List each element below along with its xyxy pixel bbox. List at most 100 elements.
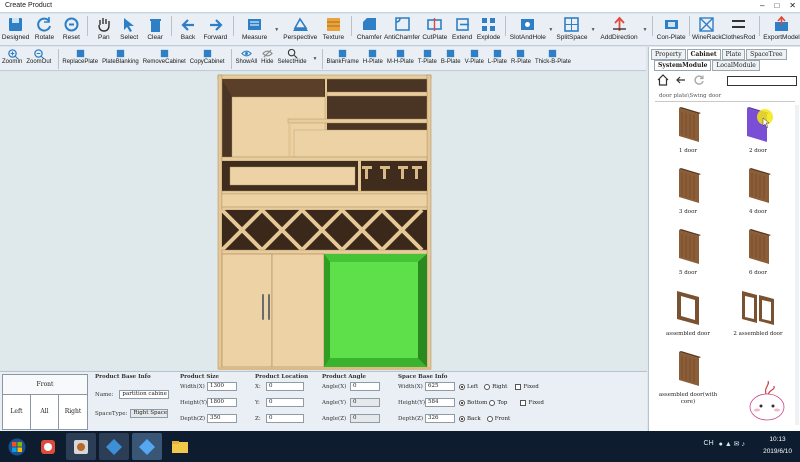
toolbar-r-plate-button[interactable]: R-Plate: [511, 47, 531, 69]
toolbar-select-button[interactable]: Select: [117, 14, 142, 44]
toolbar-back-button[interactable]: Back: [175, 14, 200, 44]
clock[interactable]: 10:13 2019/6/10: [763, 434, 792, 458]
toolbar-v-plate-button[interactable]: V-Plate: [465, 47, 484, 69]
toolbar-h-plate-button[interactable]: H-Plate: [363, 47, 383, 69]
fixed-checkbox-2[interactable]: Fixed: [520, 399, 544, 406]
back-arrow-icon[interactable]: [675, 74, 687, 88]
toolbar-clear-button[interactable]: Clear: [142, 14, 168, 44]
taskbar-app-icon[interactable]: [66, 433, 96, 460]
top-radio[interactable]: Top: [489, 399, 507, 406]
toolbar-thick-b-plate-button[interactable]: Thick-B-Plate: [535, 47, 571, 69]
dropdown-arrow-icon[interactable]: ▼: [548, 27, 553, 33]
toolbar-exportmodel-button[interactable]: ExportModel: [763, 14, 800, 44]
height-field[interactable]: 1800: [207, 398, 237, 407]
toolbar-forward-button[interactable]: Forward: [201, 14, 230, 44]
dropdown-arrow-icon[interactable]: ▼: [643, 27, 648, 33]
home-icon[interactable]: [657, 74, 669, 88]
subtab-systemmodule[interactable]: SystemModule: [654, 60, 712, 71]
front-radio[interactable]: Front: [486, 415, 510, 422]
module-item[interactable]: 5 door: [653, 226, 723, 277]
x-field[interactable]: 0: [266, 382, 304, 391]
view-all-button[interactable]: All: [31, 395, 59, 429]
space-height-field[interactable]: 584: [425, 398, 455, 407]
module-item[interactable]: 3 door: [653, 165, 723, 216]
cabinet-model[interactable]: [0, 72, 647, 370]
toolbar-cutplate-button[interactable]: CutPlate: [420, 14, 449, 44]
depth-field[interactable]: 350: [207, 414, 237, 423]
toolbar-l-plate-button[interactable]: L-Plate: [488, 47, 507, 69]
scrollbar[interactable]: [795, 105, 799, 425]
toolbar-perspective-button[interactable]: Perspective: [281, 14, 319, 44]
toolbar-replaceplate-button[interactable]: ReplacePlate: [62, 47, 98, 69]
module-item[interactable]: assembled door: [653, 287, 723, 338]
toolbar-slotandhole-button[interactable]: SlotAndHole: [509, 14, 546, 44]
toolbar-removecabinet-button[interactable]: RemoveCabinet: [143, 47, 186, 69]
view-left-button[interactable]: Left: [3, 395, 31, 429]
name-field[interactable]: partition cabine: [119, 390, 170, 399]
toolbar-reset-button[interactable]: Reset: [59, 14, 84, 44]
back-radio[interactable]: Back: [459, 415, 481, 422]
toolbar-b-plate-button[interactable]: B-Plate: [441, 47, 461, 69]
search-input[interactable]: [727, 76, 797, 86]
toolbar-t-plate-button[interactable]: T-Plate: [418, 47, 437, 69]
toolbar-winerack-button[interactable]: WineRack: [692, 14, 722, 44]
subtab-localmodule[interactable]: LocalModule: [712, 60, 760, 71]
toolbar-blankframe-button[interactable]: BlankFrame: [326, 47, 359, 69]
module-item[interactable]: assembled door(with core): [653, 348, 723, 406]
toolbar-zoomin-button[interactable]: ZoomIn: [2, 47, 22, 69]
tray-icons[interactable]: ● ▲ ✉ ♪: [719, 440, 745, 448]
dropdown-arrow-icon[interactable]: ▼: [591, 27, 596, 33]
folder-icon[interactable]: [165, 433, 195, 460]
space-type-field[interactable]: Right Space: [130, 409, 169, 418]
tab-property[interactable]: Property: [651, 49, 686, 60]
right-radio[interactable]: Right: [484, 383, 507, 390]
toolbar-explode-button[interactable]: Explode: [475, 14, 502, 44]
module-item[interactable]: 2 assembled door: [723, 287, 793, 338]
refresh-icon[interactable]: [693, 74, 705, 88]
3d-viewport[interactable]: [0, 72, 647, 370]
taskbar-app-icon[interactable]: [33, 433, 63, 460]
toolbar-m-h-plate-button[interactable]: M-H-Plate: [387, 47, 414, 69]
module-item[interactable]: 2 door: [723, 104, 793, 155]
angle-x-field[interactable]: 0: [350, 382, 380, 391]
dropdown-arrow-icon[interactable]: ▼: [313, 56, 318, 62]
tab-cabinet[interactable]: Cabinet: [686, 49, 721, 60]
toolbar-copycabinet-button[interactable]: CopyCabinet: [190, 47, 224, 69]
width-field[interactable]: 1300: [207, 382, 237, 391]
y-field[interactable]: 0: [266, 398, 304, 407]
toolbar-zoomout-button[interactable]: ZoomOut: [26, 47, 51, 69]
toolbar-pan-button[interactable]: Pan: [91, 14, 116, 44]
toolbar-showall-button[interactable]: ShowAll: [235, 47, 257, 69]
maximize-icon[interactable]: □: [774, 1, 779, 10]
toolbar-con-plate-button[interactable]: Con-Plate: [656, 14, 686, 44]
taskbar-app-icon[interactable]: [132, 433, 162, 460]
view-right-button[interactable]: Right: [59, 395, 87, 429]
toolbar-adddirection-button[interactable]: AddDirection: [598, 14, 641, 44]
toolbar-plateblanking-button[interactable]: PlateBlanking: [102, 47, 139, 69]
toolbar-selecthide-button[interactable]: SelectHide: [278, 47, 307, 69]
fixed-checkbox-1[interactable]: Fixed: [515, 383, 539, 390]
dropdown-arrow-icon[interactable]: ▼: [274, 27, 279, 33]
view-front-button[interactable]: Front: [3, 375, 87, 395]
tab-spacetree[interactable]: SpaceTree: [746, 49, 787, 60]
space-depth-field[interactable]: 326: [425, 414, 455, 423]
tab-plate[interactable]: Plate: [721, 49, 746, 60]
module-item[interactable]: 1 door: [653, 104, 723, 155]
z-field[interactable]: 0: [266, 414, 304, 423]
toolbar-extend-button[interactable]: Extend: [449, 14, 474, 44]
toolbar-hide-button[interactable]: Hide: [261, 47, 274, 69]
start-button[interactable]: [2, 433, 32, 460]
toolbar-chamfer-button[interactable]: Chamfer: [355, 14, 384, 44]
toolbar-clothesrod-button[interactable]: ClothesRod: [721, 14, 756, 44]
toolbar-texture-button[interactable]: Texture: [319, 14, 347, 44]
space-width-field[interactable]: 625: [425, 382, 455, 391]
angle-z-field[interactable]: 0: [350, 414, 380, 423]
minimize-icon[interactable]: –: [760, 1, 764, 10]
left-radio[interactable]: Left: [459, 383, 478, 390]
taskbar-app-icon[interactable]: [99, 433, 129, 460]
module-item[interactable]: 4 door: [723, 165, 793, 216]
module-item[interactable]: 6 door: [723, 226, 793, 277]
toolbar-splitspace-button[interactable]: SplitSpace: [555, 14, 588, 44]
lang-indicator[interactable]: CH: [704, 440, 714, 448]
toolbar-antichamfer-button[interactable]: AntiChamfer: [384, 14, 420, 44]
